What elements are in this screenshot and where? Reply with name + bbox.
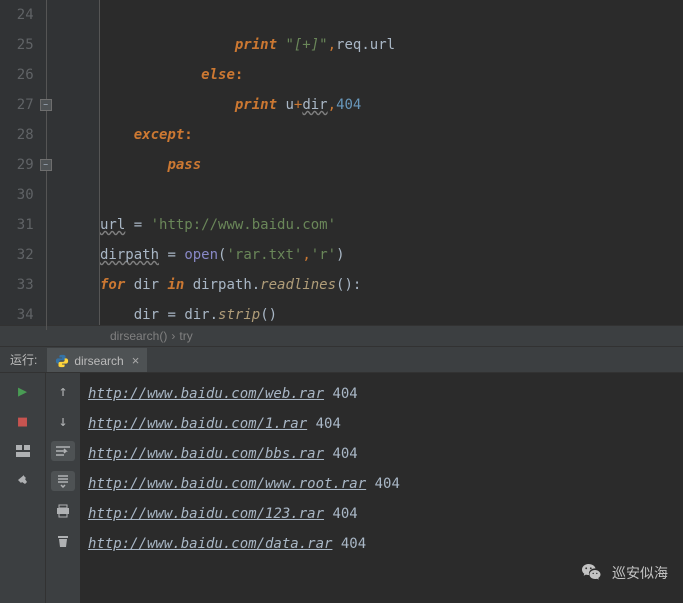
fold-icon[interactable]: − — [40, 99, 52, 111]
scroll-button[interactable] — [51, 471, 75, 491]
code-line: else: — [100, 60, 683, 90]
console-line: http://www.baidu.com/web.rar 404 — [88, 379, 675, 409]
stop-button[interactable]: ■ — [11, 411, 35, 431]
line-number: 33 — [0, 277, 40, 293]
console-line: http://www.baidu.com/www.root.rar 404 — [88, 469, 675, 499]
code-line — [100, 0, 683, 30]
code-area[interactable]: print "[+]",req.url else: print u+dir,40… — [100, 0, 683, 325]
run-button[interactable]: ▶ — [11, 381, 35, 401]
code-line: url = 'http://www.baidu.com' — [100, 210, 683, 240]
breadcrumb-item[interactable]: try — [179, 329, 192, 343]
trash-button[interactable] — [51, 531, 75, 551]
line-number: 24 — [0, 7, 40, 23]
code-line: dirpath = open('rar.txt','r') — [100, 240, 683, 270]
watermark: 巡安似海 — [580, 561, 668, 585]
code-line: dir = dir.strip() — [100, 300, 683, 330]
line-number: 26 — [0, 67, 40, 83]
breadcrumb-separator: › — [171, 329, 175, 343]
breadcrumb-item[interactable]: dirsearch() — [110, 329, 167, 343]
wechat-icon — [580, 561, 604, 585]
run-tab[interactable]: dirsearch × — [47, 348, 147, 372]
watermark-text: 巡安似海 — [612, 563, 668, 583]
code-line: for dir in dirpath.readlines(): — [100, 270, 683, 300]
code-line — [100, 180, 683, 210]
close-icon[interactable]: × — [132, 353, 140, 368]
console-line: http://www.baidu.com/data.rar 404 — [88, 529, 675, 559]
down-button[interactable]: ↓ — [51, 411, 75, 431]
run-label: 运行: — [0, 351, 47, 368]
line-number: 34 — [0, 307, 40, 323]
gutter: 24 25 26 27− 28 29− 30 31 32 33 34 — [0, 0, 100, 325]
console-line: http://www.baidu.com/bbs.rar 404 — [88, 439, 675, 469]
python-icon — [55, 354, 69, 368]
line-number: 32 — [0, 247, 40, 263]
up-button[interactable]: ↑ — [51, 381, 75, 401]
console-line: http://www.baidu.com/1.rar 404 — [88, 409, 675, 439]
line-number: 31 — [0, 217, 40, 233]
run-tab-label: dirsearch — [74, 354, 123, 368]
run-toolbar-right: ↑ ↓ — [45, 373, 80, 603]
wrap-button[interactable] — [51, 441, 75, 461]
fold-icon[interactable]: − — [40, 159, 52, 171]
code-editor: 24 25 26 27− 28 29− 30 31 32 33 34 print… — [0, 0, 683, 325]
code-line: pass — [100, 150, 683, 180]
pin-button[interactable] — [11, 471, 35, 491]
line-number: 30 — [0, 187, 40, 203]
console-line: http://www.baidu.com/123.rar 404 — [88, 499, 675, 529]
code-line: print u+dir,404 — [100, 90, 683, 120]
line-number: 29 — [0, 157, 40, 173]
line-number: 25 — [0, 37, 40, 53]
run-toolbar-left: ▶ ■ — [0, 373, 45, 603]
line-number: 27 — [0, 97, 40, 113]
line-number: 28 — [0, 127, 40, 143]
run-header: 运行: dirsearch × — [0, 347, 683, 373]
code-line: except: — [100, 120, 683, 150]
layout-button[interactable] — [11, 441, 35, 461]
code-line: print "[+]",req.url — [100, 30, 683, 60]
print-button[interactable] — [51, 501, 75, 521]
